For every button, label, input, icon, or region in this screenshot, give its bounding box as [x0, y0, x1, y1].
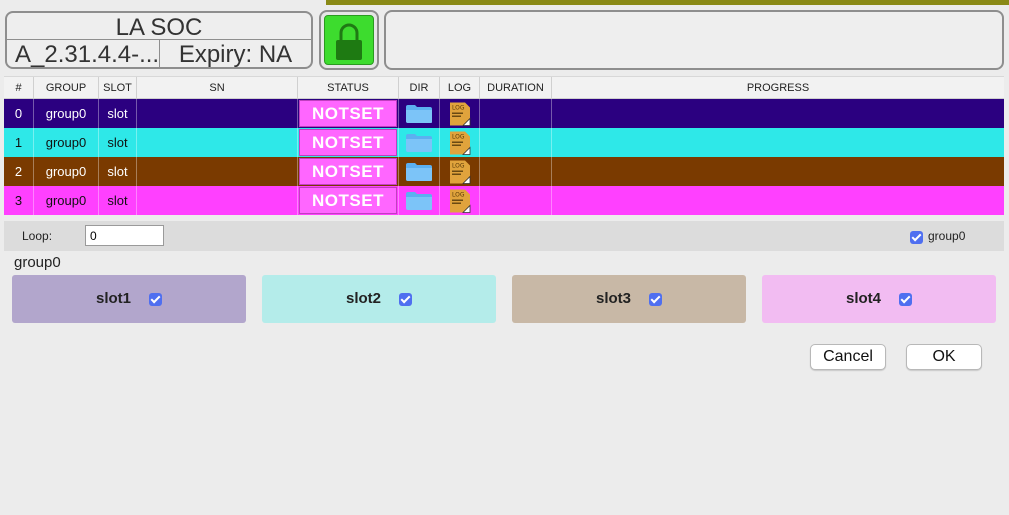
status-badge: NOTSET — [299, 187, 397, 214]
cell-sn — [137, 157, 298, 186]
cell-slot: slot — [99, 186, 137, 215]
column-header-progress[interactable]: PROGRESS — [552, 77, 1004, 98]
cell-dir[interactable] — [399, 186, 440, 215]
cell-progress — [552, 186, 1004, 215]
column-header-log[interactable]: LOG — [440, 77, 480, 98]
column-header-group[interactable]: GROUP — [34, 77, 99, 98]
column-header-duration[interactable]: DURATION — [480, 77, 552, 98]
loop-label: Loop: — [22, 229, 53, 243]
cell-slot: slot — [99, 157, 137, 186]
status-badge: NOTSET — [299, 129, 397, 156]
slot-card-slot3[interactable]: slot3 — [512, 275, 746, 323]
cell-status: NOTSET — [298, 186, 399, 215]
cell-slot: slot — [99, 99, 137, 128]
cell-index: 2 — [4, 157, 34, 186]
cell-index: 1 — [4, 128, 34, 157]
slot-card-slot1[interactable]: slot1 — [12, 275, 246, 323]
group0-toggle-checkbox[interactable] — [910, 231, 923, 245]
device-title: LA SOC — [7, 13, 311, 41]
cell-index: 3 — [4, 186, 34, 215]
cell-slot: slot — [99, 128, 137, 157]
cell-log[interactable]: LOG — [440, 99, 480, 128]
slot-status-table: # GROUP SLOT SN STATUS DIR LOG DURATION … — [4, 76, 1004, 215]
table-row[interactable]: 0 group0 slot NOTSET LOG — [4, 99, 1004, 128]
cell-group: group0 — [34, 128, 99, 157]
svg-text:LOG: LOG — [452, 162, 465, 169]
message-panel — [384, 10, 1004, 70]
group0-toggle-label: group0 — [928, 229, 966, 243]
loop-input[interactable] — [85, 225, 164, 246]
svg-text:LOG: LOG — [452, 104, 465, 111]
top-accent-strip — [326, 0, 1009, 5]
slot-label: slot1 — [95, 290, 131, 307]
cell-progress — [552, 128, 1004, 157]
log-file-icon: LOG — [449, 160, 470, 184]
cell-progress — [552, 99, 1004, 128]
table-row[interactable]: 2 group0 slot NOTSET LOG — [4, 157, 1004, 186]
table-row[interactable]: 1 group0 slot NOTSET LOG — [4, 128, 1004, 157]
status-badge: NOTSET — [299, 158, 397, 185]
lock-button[interactable] — [324, 15, 374, 65]
slot4-checkbox[interactable] — [899, 292, 912, 306]
slot-label: slot4 — [845, 290, 881, 307]
slot-card-slot4[interactable]: slot4 — [762, 275, 996, 323]
slot3-checkbox[interactable] — [649, 292, 662, 306]
column-header-index[interactable]: # — [4, 77, 34, 98]
table-header: # GROUP SLOT SN STATUS DIR LOG DURATION … — [4, 76, 1004, 99]
cancel-button[interactable]: Cancel — [810, 344, 886, 370]
cell-sn — [137, 186, 298, 215]
cell-log[interactable]: LOG — [440, 157, 480, 186]
device-info-panel: LA SOC A_2.31.4.4-... Expiry: NA — [5, 11, 313, 69]
log-file-icon: LOG — [449, 189, 470, 213]
cell-dir[interactable] — [399, 99, 440, 128]
cell-status: NOTSET — [298, 128, 399, 157]
folder-icon — [406, 191, 432, 210]
slot-label: slot2 — [345, 290, 381, 307]
log-file-icon: LOG — [449, 131, 470, 155]
slot-label: slot3 — [595, 290, 631, 307]
svg-text:LOG: LOG — [452, 133, 465, 140]
cell-group: group0 — [34, 186, 99, 215]
svg-text:LOG: LOG — [452, 191, 465, 198]
cell-duration — [480, 186, 552, 215]
table-row[interactable]: 3 group0 slot NOTSET LOG — [4, 186, 1004, 215]
cell-duration — [480, 157, 552, 186]
slot-card-slot2[interactable]: slot2 — [262, 275, 496, 323]
cell-index: 0 — [4, 99, 34, 128]
slot1-checkbox[interactable] — [149, 292, 162, 306]
cell-group: group0 — [34, 157, 99, 186]
cell-duration — [480, 128, 552, 157]
column-header-slot[interactable]: SLOT — [99, 77, 137, 98]
cell-dir[interactable] — [399, 128, 440, 157]
folder-icon — [406, 162, 432, 181]
cell-sn — [137, 99, 298, 128]
group-title: group0 — [14, 254, 61, 271]
cell-sn — [137, 128, 298, 157]
cell-status: NOTSET — [298, 157, 399, 186]
cell-progress — [552, 157, 1004, 186]
cell-log[interactable]: LOG — [440, 128, 480, 157]
cell-dir[interactable] — [399, 157, 440, 186]
column-header-dir[interactable]: DIR — [399, 77, 440, 98]
license-expiry: Expiry: NA — [178, 41, 293, 68]
status-badge: NOTSET — [299, 100, 397, 127]
log-file-icon: LOG — [449, 102, 470, 126]
column-header-sn[interactable]: SN — [137, 77, 298, 98]
loop-bar: Loop: group0 — [4, 221, 1004, 251]
cell-group: group0 — [34, 99, 99, 128]
lock-icon — [336, 23, 362, 60]
cell-status: NOTSET — [298, 99, 399, 128]
cell-duration — [480, 99, 552, 128]
folder-icon — [406, 133, 432, 152]
ok-button[interactable]: OK — [906, 344, 982, 370]
folder-icon — [406, 104, 432, 123]
column-header-status[interactable]: STATUS — [298, 77, 399, 98]
cell-log[interactable]: LOG — [440, 186, 480, 215]
slot2-checkbox[interactable] — [399, 292, 412, 306]
lock-button-frame[interactable] — [319, 10, 379, 70]
table-body: 0 group0 slot NOTSET LOG 1 group0 slot NOTSET LOG… — [4, 99, 1004, 215]
firmware-version: A_2.31.4.4-... — [7, 40, 160, 69]
